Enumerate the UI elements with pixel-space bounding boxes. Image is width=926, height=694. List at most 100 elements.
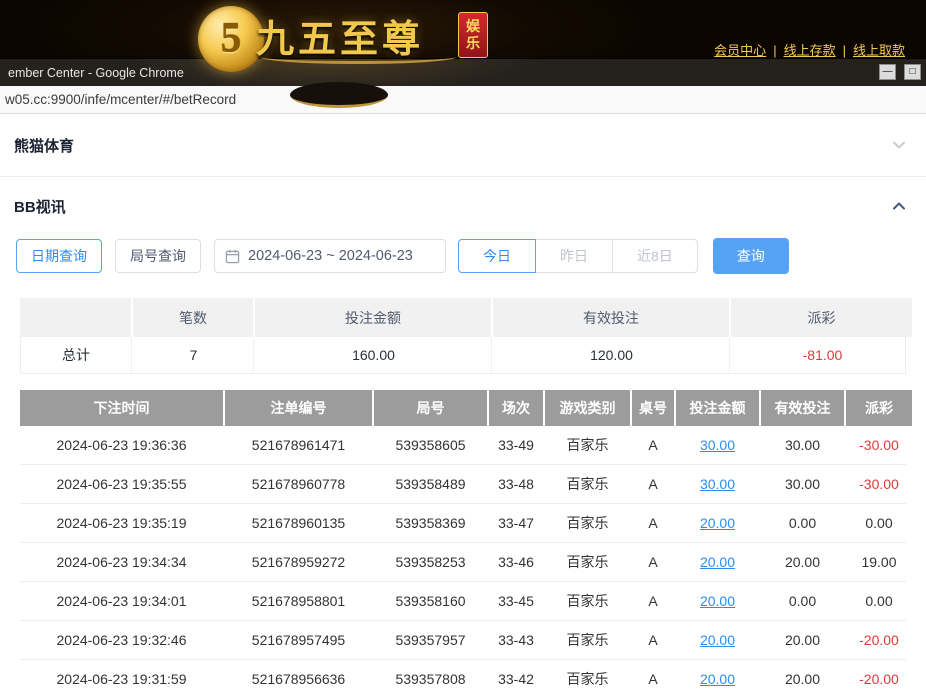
bet-id-cell: 521678957495: [225, 621, 372, 659]
valid-bet-cell: 20.00: [761, 621, 844, 659]
payout-cell: 0.00: [846, 504, 912, 542]
header-session: 场次: [489, 390, 543, 426]
bet-id-cell: 521678959272: [225, 543, 372, 581]
entertainment-badge: 娱 乐: [458, 12, 488, 58]
summary-total-label: 总计: [21, 337, 132, 373]
last-8-days-button[interactable]: 近8日: [612, 239, 698, 273]
header-bet-amount: 投注金额: [676, 390, 759, 426]
filter-toolbar: 日期查询 局号查询 2024-06-23 ~ 2024-06-23 今日 昨日 …: [16, 238, 926, 274]
bet-amount-link[interactable]: 20.00: [700, 671, 735, 687]
bets-rows: 2024-06-23 19:36:36 521678961471 5393586…: [20, 426, 906, 694]
summary-header-count: 笔数: [133, 298, 253, 337]
payout-cell: 19.00: [846, 543, 912, 581]
nav-separator: |: [773, 43, 776, 58]
table-number-cell: A: [632, 465, 674, 503]
session-cell: 33-45: [489, 582, 543, 620]
summary-total-row: 总计 7 160.00 120.00 -81.00: [21, 337, 905, 373]
date-range-input[interactable]: 2024-06-23 ~ 2024-06-23: [214, 239, 446, 273]
table-number-cell: A: [632, 660, 674, 694]
date-query-button[interactable]: 日期查询: [16, 239, 102, 273]
summary-bet-amount-value: 160.00: [256, 337, 492, 373]
bet-time-cell: 2024-06-23 19:35:55: [20, 465, 223, 503]
table-number-cell: A: [632, 543, 674, 581]
yesterday-button[interactable]: 昨日: [535, 239, 613, 273]
coin-number: 5: [221, 15, 242, 63]
bet-records-table: 下注时间 注单编号 局号 场次 游戏类别 桌号 投注金额 有效投注 派彩 202…: [20, 390, 906, 694]
game-type-cell: 百家乐: [545, 543, 630, 581]
header-table-number: 桌号: [632, 390, 674, 426]
round-number-cell: 539357957: [374, 621, 487, 659]
round-number-cell: 539357808: [374, 660, 487, 694]
table-row: 2024-06-23 19:31:59 521678956636 5393578…: [20, 660, 906, 694]
today-button[interactable]: 今日: [458, 239, 536, 273]
bet-amount-link[interactable]: 20.00: [700, 593, 735, 609]
bet-id-cell: 521678960778: [225, 465, 372, 503]
bet-amount-link[interactable]: 30.00: [700, 476, 735, 492]
session-cell: 33-46: [489, 543, 543, 581]
header-round-number: 局号: [374, 390, 487, 426]
maximize-button[interactable]: □: [904, 64, 921, 80]
table-row: 2024-06-23 19:34:34 521678959272 5393582…: [20, 543, 906, 582]
round-query-button[interactable]: 局号查询: [115, 239, 201, 273]
valid-bet-cell: 0.00: [761, 582, 844, 620]
payout-cell: -30.00: [846, 426, 912, 464]
session-cell: 33-47: [489, 504, 543, 542]
summary-count-value: 7: [134, 337, 254, 373]
game-type-cell: 百家乐: [545, 465, 630, 503]
table-row: 2024-06-23 19:36:36 521678961471 5393586…: [20, 426, 906, 465]
minimize-button[interactable]: —: [879, 64, 896, 80]
summary-header-valid-bet: 有效投注: [493, 298, 729, 337]
logo-ribbon-decoration: [290, 82, 388, 108]
table-row: 2024-06-23 19:34:01 521678958801 5393581…: [20, 582, 906, 621]
bet-amount-link[interactable]: 30.00: [700, 437, 735, 453]
collapse-panel-panda-sports[interactable]: 熊猫体育: [0, 114, 926, 177]
bet-time-cell: 2024-06-23 19:34:01: [20, 582, 223, 620]
table-row: 2024-06-23 19:35:19 521678960135 5393583…: [20, 504, 906, 543]
chevron-up-icon[interactable]: [890, 197, 908, 215]
valid-bet-cell: 30.00: [761, 465, 844, 503]
window-title: ember Center - Google Chrome: [8, 66, 184, 80]
nav-online-deposit[interactable]: 线上存款: [784, 43, 836, 58]
screen: 会员中心|线上存款|线上取款 5 九五至尊 娱 乐 ember Center -…: [0, 0, 926, 694]
valid-bet-cell: 0.00: [761, 504, 844, 542]
bets-header-row: 下注时间 注单编号 局号 场次 游戏类别 桌号 投注金额 有效投注 派彩: [20, 390, 906, 426]
valid-bet-cell: 20.00: [761, 543, 844, 581]
page-content: 熊猫体育 BB视讯 日期查询 局号查询 2024-06-23 ~ 2024: [0, 114, 926, 694]
table-number-cell: A: [632, 621, 674, 659]
summary-header-payout: 派彩: [731, 298, 912, 337]
bet-amount-link[interactable]: 20.00: [700, 632, 735, 648]
search-button[interactable]: 查询: [713, 238, 789, 274]
header-game-type: 游戏类别: [545, 390, 630, 426]
game-type-cell: 百家乐: [545, 660, 630, 694]
bet-amount-link[interactable]: 20.00: [700, 554, 735, 570]
calendar-icon: [225, 249, 240, 264]
summary-body: 总计 7 160.00 120.00 -81.00: [20, 337, 906, 374]
bet-id-cell: 521678958801: [225, 582, 372, 620]
summary-header-empty: [20, 298, 131, 337]
bet-time-cell: 2024-06-23 19:35:19: [20, 504, 223, 542]
bet-amount-link[interactable]: 20.00: [700, 515, 735, 531]
summary-table: 笔数 投注金额 有效投注 派彩 总计 7 160.00 120.00 -81.0…: [20, 298, 906, 374]
round-number-cell: 539358489: [374, 465, 487, 503]
nav-online-withdraw[interactable]: 线上取款: [853, 43, 905, 58]
header-bet-time: 下注时间: [20, 390, 223, 426]
collapse-panel-bb-video[interactable]: BB视讯: [0, 177, 926, 235]
payout-cell: -20.00: [846, 660, 912, 694]
round-number-cell: 539358369: [374, 504, 487, 542]
round-number-cell: 539358605: [374, 426, 487, 464]
nav-member-center[interactable]: 会员中心: [714, 43, 766, 58]
panel-title: 熊猫体育: [14, 135, 74, 156]
valid-bet-cell: 30.00: [761, 426, 844, 464]
date-range-value: 2024-06-23 ~ 2024-06-23: [248, 248, 413, 264]
session-cell: 33-42: [489, 660, 543, 694]
bet-time-cell: 2024-06-23 19:34:34: [20, 543, 223, 581]
top-nav: 会员中心|线上存款|线上取款: [707, 40, 912, 59]
session-cell: 33-48: [489, 465, 543, 503]
bet-time-cell: 2024-06-23 19:32:46: [20, 621, 223, 659]
session-cell: 33-43: [489, 621, 543, 659]
chevron-down-icon[interactable]: [890, 136, 908, 154]
table-row: 2024-06-23 19:32:46 521678957495 5393579…: [20, 621, 906, 660]
valid-bet-cell: 20.00: [761, 660, 844, 694]
summary-payout-value: -81.00: [732, 337, 913, 373]
badge-char-bottom: 乐: [466, 35, 480, 53]
